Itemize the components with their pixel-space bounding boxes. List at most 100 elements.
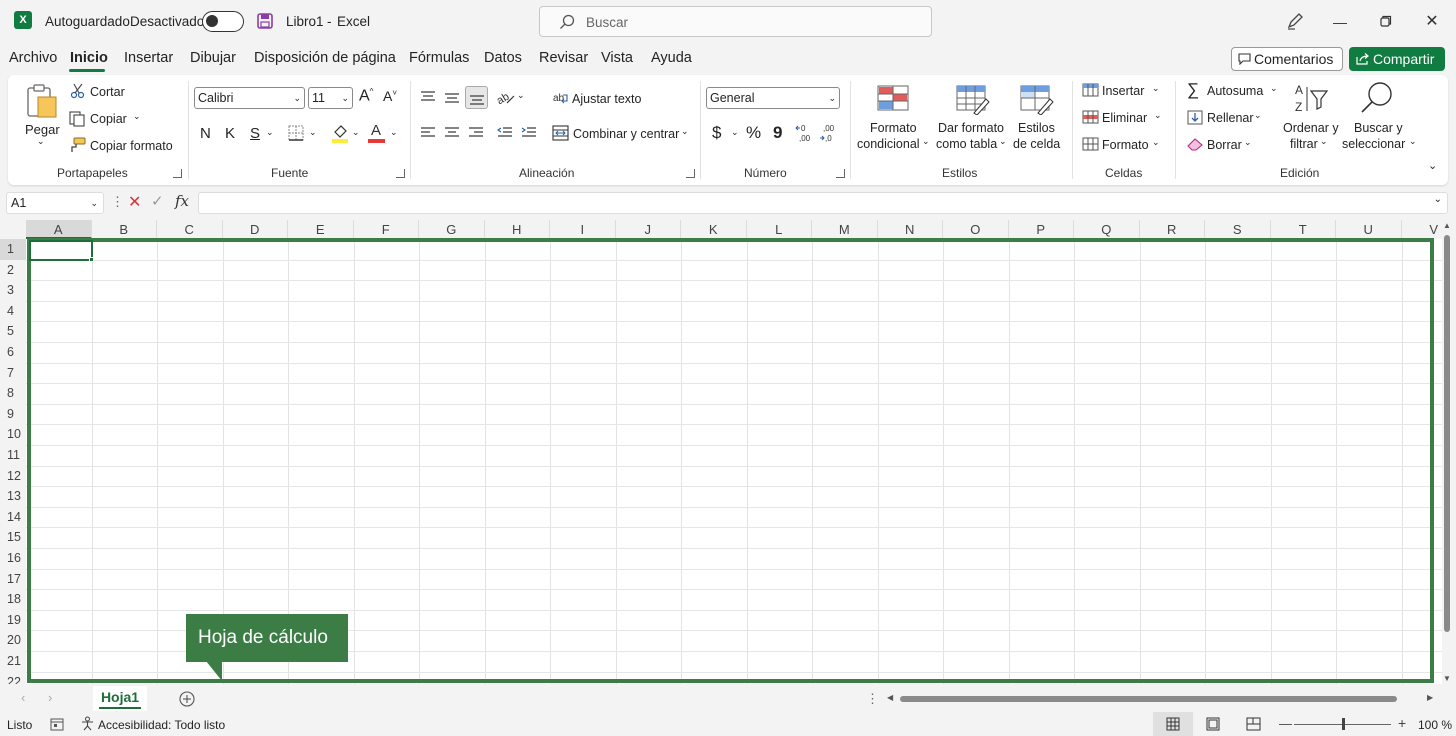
row-header[interactable]: 10: [0, 424, 26, 445]
underline-button[interactable]: S: [250, 125, 260, 142]
row-header[interactable]: 6: [0, 342, 26, 363]
page-layout-view-icon[interactable]: [1206, 717, 1220, 731]
row-header[interactable]: 18: [0, 589, 26, 610]
paste-icon[interactable]: [25, 83, 59, 119]
conditional-chevron-icon[interactable]: ⌄: [922, 136, 930, 147]
tab-archivo[interactable]: Archivo: [9, 50, 57, 66]
scroll-up-icon[interactable]: ▲: [1443, 221, 1451, 230]
column-header[interactable]: G: [419, 220, 485, 239]
column-header[interactable]: R: [1139, 220, 1205, 239]
conditional-format-icon[interactable]: [877, 85, 909, 113]
comments-button[interactable]: Comentarios: [1231, 47, 1343, 71]
copy-label[interactable]: Copiar: [90, 112, 127, 126]
column-header[interactable]: S: [1205, 220, 1271, 239]
autosum-chevron-icon[interactable]: ⌄: [1270, 83, 1278, 94]
tab-revisar[interactable]: Revisar: [539, 50, 588, 66]
orientation-icon[interactable]: ab: [497, 89, 515, 105]
cell-styles-icon[interactable]: [1020, 85, 1054, 115]
alignment-launcher-icon[interactable]: [686, 169, 695, 178]
sort-filter-label-2[interactable]: filtrar: [1290, 137, 1318, 151]
minimize-icon[interactable]: —: [1328, 10, 1352, 34]
column-header[interactable]: I: [550, 220, 616, 239]
tab-insertar[interactable]: Insertar: [124, 50, 173, 66]
column-header[interactable]: A: [26, 220, 92, 239]
tab-datos[interactable]: Datos: [484, 50, 522, 66]
zoom-slider-thumb[interactable]: [1342, 718, 1345, 730]
row-header[interactable]: 15: [0, 527, 26, 548]
pen-icon[interactable]: [1286, 12, 1304, 30]
grow-font-icon[interactable]: A^: [359, 87, 373, 105]
cut-label[interactable]: Cortar: [90, 85, 125, 99]
wrap-text-label[interactable]: Ajustar texto: [572, 92, 641, 106]
column-header[interactable]: F: [353, 220, 419, 239]
row-header[interactable]: 2: [0, 259, 26, 281]
wrap-text-icon[interactable]: ab: [553, 89, 569, 105]
autosum-icon[interactable]: ∑: [1187, 80, 1199, 100]
increase-indent-icon[interactable]: [521, 126, 537, 140]
name-box[interactable]: A1 ⌄: [6, 192, 104, 214]
accessibility-status[interactable]: Accesibilidad: Todo listo: [98, 718, 225, 732]
number-format-combo[interactable]: General ⌄: [706, 87, 840, 109]
clear-label[interactable]: Borrar: [1207, 138, 1242, 152]
column-header[interactable]: E: [288, 220, 354, 239]
zoom-level[interactable]: 100 %: [1418, 718, 1452, 732]
expand-formula-icon[interactable]: ⌄: [1434, 194, 1442, 205]
accessibility-icon[interactable]: [80, 716, 95, 731]
paste-chevron-icon[interactable]: ⌄: [37, 136, 45, 147]
thousands-button[interactable]: 9: [773, 123, 782, 143]
tab-dibujar[interactable]: Dibujar: [190, 50, 236, 66]
row-header[interactable]: 21: [0, 651, 26, 672]
tab-ayuda[interactable]: Ayuda: [651, 50, 692, 66]
column-header[interactable]: T: [1270, 220, 1336, 239]
row-header[interactable]: 5: [0, 321, 26, 342]
horizontal-scroll-thumb[interactable]: [900, 696, 1397, 702]
cancel-icon[interactable]: ✕: [128, 192, 141, 212]
fill-chevron-icon[interactable]: ⌄: [352, 127, 360, 138]
format-as-table-icon[interactable]: [956, 85, 990, 115]
column-header[interactable]: V: [1401, 220, 1442, 239]
cell-styles-label-2[interactable]: de celda: [1013, 137, 1060, 151]
font-name-combo[interactable]: Calibri ⌄: [194, 87, 305, 109]
increase-decimal-icon[interactable]: 0,00: [795, 123, 817, 143]
scroll-left-icon[interactable]: ◀: [887, 693, 893, 702]
column-header[interactable]: U: [1336, 220, 1402, 239]
merge-chevron-icon[interactable]: ⌄: [681, 126, 689, 137]
row-header[interactable]: 7: [0, 362, 26, 384]
tab-inicio[interactable]: Inicio: [70, 50, 108, 66]
align-right-icon[interactable]: [468, 126, 484, 140]
find-select-label-1[interactable]: Buscar y: [1354, 121, 1403, 135]
borders-icon[interactable]: [288, 125, 304, 141]
copy-icon[interactable]: [69, 111, 86, 127]
close-icon[interactable]: ✕: [1420, 10, 1444, 34]
fill-handle[interactable]: [89, 257, 94, 262]
align-middle-icon[interactable]: [444, 90, 460, 104]
align-center-icon[interactable]: [444, 126, 460, 140]
eraser-icon[interactable]: [1187, 137, 1204, 151]
format-cells-label[interactable]: Formato: [1102, 138, 1149, 152]
more-options-icon[interactable]: ⋮: [111, 194, 124, 210]
formula-input[interactable]: ⌄: [198, 192, 1448, 214]
row-header[interactable]: 12: [0, 465, 26, 487]
prev-sheet-icon[interactable]: ‹: [21, 690, 25, 705]
clear-chevron-icon[interactable]: ⌄: [1244, 137, 1252, 148]
row-header[interactable]: 16: [0, 548, 26, 569]
row-header[interactable]: 9: [0, 403, 26, 425]
conditional-format-label-2[interactable]: condicional: [857, 137, 920, 151]
fill-icon[interactable]: [1187, 110, 1203, 125]
column-header[interactable]: N: [877, 220, 943, 239]
column-header[interactable]: C: [157, 220, 223, 239]
row-header[interactable]: 13: [0, 486, 26, 507]
tab-disposicion[interactable]: Disposición de página: [254, 50, 396, 66]
tab-formulas[interactable]: Fórmulas: [409, 50, 469, 66]
format-table-label-2[interactable]: como tabla: [936, 137, 997, 151]
zoom-in-icon[interactable]: +: [1398, 715, 1406, 731]
row-header[interactable]: 3: [0, 280, 26, 301]
column-header[interactable]: P: [1008, 220, 1074, 239]
delete-chevron-icon[interactable]: ⌄: [1154, 110, 1162, 121]
delete-cells-label[interactable]: Eliminar: [1102, 111, 1147, 125]
row-header[interactable]: 17: [0, 568, 26, 590]
row-header[interactable]: 22: [0, 671, 26, 684]
fill-chevron-icon[interactable]: ⌄: [1254, 110, 1262, 121]
cut-icon[interactable]: [70, 83, 86, 99]
number-launcher-icon[interactable]: [836, 169, 845, 178]
